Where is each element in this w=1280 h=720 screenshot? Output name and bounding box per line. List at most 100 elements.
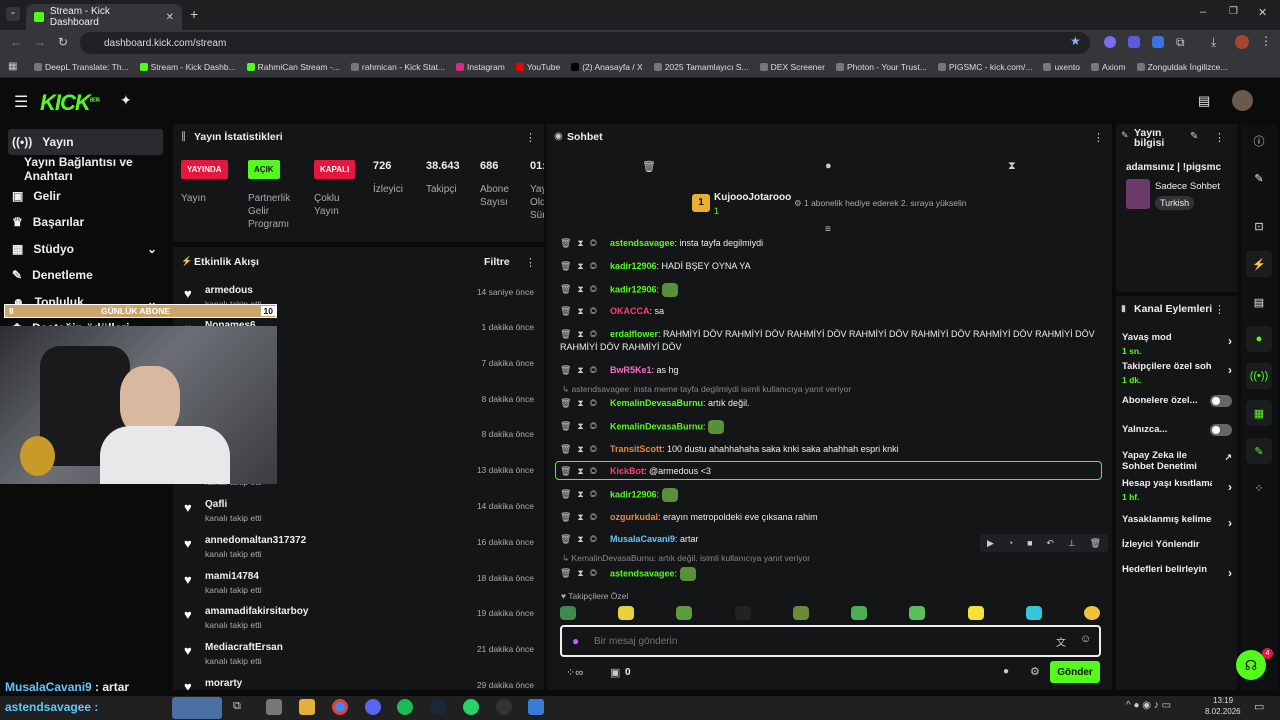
- screenshot-icon[interactable]: ⊡: [1246, 213, 1272, 239]
- channel-action-item[interactable]: Yalnızca...: [1122, 424, 1232, 438]
- filter-button[interactable]: Filtre: [484, 256, 510, 268]
- new-tab-button[interactable]: +: [190, 6, 198, 22]
- bookmark-item[interactable]: PIGSMC - kick.com/...: [937, 62, 1032, 72]
- channel-action-item[interactable]: Takipçilere özel soh 1 dk. ›: [1122, 361, 1232, 385]
- bookmark-item[interactable]: 2025 Tamamlayıcı S...: [653, 62, 749, 72]
- channel-action-item[interactable]: Yavaş mod 1 sn. ›: [1122, 332, 1232, 356]
- info-menu-icon[interactable]: ⋮: [1214, 131, 1225, 144]
- stats-menu-icon[interactable]: ⋮: [525, 131, 536, 144]
- bookmark-item[interactable]: Zonguldak İngilizce...: [1136, 62, 1227, 72]
- sidebar-item-achievements[interactable]: ♛ Başarılar: [8, 209, 163, 235]
- bookmark-item[interactable]: YouTube: [515, 62, 560, 72]
- sidebar-item-stream-key[interactable]: Yayın Bağlantısı ve Anahtarı: [8, 155, 163, 183]
- channel-action-item[interactable]: Yasaklanmış kelimel ›: [1122, 514, 1232, 530]
- user-avatar[interactable]: [1232, 90, 1253, 111]
- hourglass-icon[interactable]: ⧗: [1008, 160, 1016, 173]
- emote-icon[interactable]: [560, 606, 576, 620]
- activity-item[interactable]: ♥ mami14784 kanalı takip etti 18 dakika önc…: [180, 571, 540, 605]
- emote-icon[interactable]: [967, 606, 984, 620]
- wallet-icon[interactable]: ▤: [1198, 93, 1210, 109]
- chat-message[interactable]: 🗑⧗◎ kadir12906:: [560, 283, 1105, 297]
- bookmark-item[interactable]: Photon - Your Trust...: [835, 62, 927, 72]
- mod-tools-icon[interactable]: 🗑⧗◎: [560, 364, 610, 377]
- steam-icon[interactable]: [430, 699, 446, 715]
- emote-icon[interactable]: [909, 606, 926, 620]
- chat-message[interactable]: 🗑⧗◎ KemalinDevasaBurnu: artık değil.: [560, 397, 1105, 410]
- chat-username[interactable]: kadir12906: [610, 284, 657, 294]
- chat-message[interactable]: 🗑⧗◎ astendsavagee: insta tayfa degilmiydi: [560, 237, 1105, 250]
- pencil-icon[interactable]: ✎: [1246, 165, 1272, 191]
- bookmark-item[interactable]: uxento: [1043, 62, 1080, 72]
- mod-tools-icon[interactable]: 🗑⧗◎: [560, 488, 610, 501]
- menu-kebab-icon[interactable]: ⋮: [1260, 34, 1272, 48]
- chat-username[interactable]: BwR5Ke1: [610, 365, 652, 375]
- kick-logo[interactable]: KICKBETA: [40, 90, 100, 116]
- delete-icon[interactable]: ■: [1027, 538, 1032, 548]
- sidebar-item-studio[interactable]: ▦ Stüdyo ⌄: [8, 236, 163, 262]
- broadcast-toggle-icon[interactable]: ((•)): [1246, 363, 1272, 389]
- taskbar-app-icon[interactable]: [266, 699, 282, 715]
- chat-message[interactable]: 🗑⧗◎ kadir12906:: [560, 488, 1105, 502]
- download-icon[interactable]: ⤓: [1211, 35, 1216, 50]
- hamburger-menu-icon[interactable]: ☰: [14, 92, 28, 112]
- whatsapp-icon[interactable]: [463, 699, 479, 715]
- microphone-icon[interactable]: ●: [572, 634, 579, 648]
- chat-message[interactable]: 🗑⧗◎ kadir12906: HADİ BŞEY OYNA YA: [560, 260, 1105, 273]
- bookmark-item[interactable]: Axiom: [1090, 62, 1126, 72]
- maximize-icon[interactable]: ❐: [1229, 6, 1238, 17]
- bookmark-item[interactable]: RahmiCan Stream -...: [246, 62, 340, 72]
- gear-icon[interactable]: ⚙: [1030, 665, 1040, 678]
- chat-username[interactable]: OKACCA: [610, 306, 650, 316]
- moderation-tool-icon[interactable]: ✎: [1246, 438, 1272, 464]
- channel-action-item[interactable]: İzleyici Yönlendir: [1122, 539, 1232, 553]
- mod-tools-icon[interactable]: 🗑⧗◎: [560, 260, 610, 273]
- mod-tools-icon[interactable]: 🗑⧗◎: [560, 237, 610, 250]
- activity-item[interactable]: ♥ Qafli kanalı takip etti 14 dakika önce: [180, 499, 540, 533]
- emote-icon[interactable]: [792, 606, 809, 620]
- bolt-icon[interactable]: ⚡: [1246, 251, 1272, 277]
- toggle-switch[interactable]: [1210, 395, 1232, 407]
- emote-icon[interactable]: [618, 606, 635, 620]
- bookmark-star-icon[interactable]: ★: [1070, 34, 1081, 48]
- chat-message-input[interactable]: [594, 633, 1014, 649]
- url-field[interactable]: dashboard.kick.com/stream: [80, 32, 1090, 54]
- tools-icon[interactable]: ✦: [120, 92, 132, 109]
- mod-tools-icon[interactable]: 🗑⧗◎: [560, 443, 610, 456]
- extension-icon[interactable]: [1104, 36, 1116, 48]
- channel-action-item[interactable]: Hesap yaşı kısıtlama 1 hf. ›: [1122, 478, 1232, 502]
- collapse-icon[interactable]: ≡: [825, 224, 831, 235]
- mod-tools-icon[interactable]: 🗑⧗◎: [560, 533, 610, 546]
- chat-message[interactable]: 🗑⧗◎ BwR5Ke1: as hg: [560, 364, 1105, 377]
- channel-action-item[interactable]: Yapay Zeka ile Sohbet Denetimi ↗: [1122, 450, 1232, 475]
- activity-item[interactable]: ♥ morarty 29 dakika önce: [180, 678, 540, 690]
- pin-icon[interactable]: ⊥: [1068, 538, 1076, 549]
- profile-avatar[interactable]: [1235, 35, 1249, 49]
- toggle-switch[interactable]: [1210, 424, 1232, 436]
- chat-username[interactable]: MusalaCavani9: [610, 534, 675, 544]
- trash-icon[interactable]: 🗑: [642, 160, 656, 173]
- undo-icon[interactable]: ↶: [1046, 538, 1054, 549]
- tab-search-icon[interactable]: ⌄: [6, 7, 20, 21]
- emote-icon[interactable]: [734, 606, 751, 620]
- chat-username[interactable]: astendsavagee: [610, 568, 675, 578]
- emote-icon[interactable]: [676, 606, 693, 620]
- chat-menu-icon[interactable]: ⋮: [1093, 131, 1104, 144]
- trash-icon[interactable]: 🗑: [1090, 538, 1101, 549]
- tray-icons[interactable]: ^ ● ◉ ♪ ▭: [1126, 700, 1171, 711]
- browser-tab[interactable]: Stream - Kick Dashboard ✕: [26, 4, 182, 30]
- bookmark-item[interactable]: (2) Anasayfa / X: [571, 62, 643, 72]
- chat-message[interactable]: 🗑⧗◎ ozgurkudal: erayın metropoldeki eve ç…: [560, 511, 1105, 524]
- bookmark-item[interactable]: rahmican - Kick Stat...: [350, 62, 445, 72]
- reload-icon[interactable]: ↻: [58, 35, 68, 49]
- activity-item[interactable]: ♥ annedomaltan317372 kanalı takip etti 16 d…: [180, 535, 540, 569]
- extension-icon[interactable]: [1128, 36, 1140, 48]
- chat-icon[interactable]: ●: [825, 160, 832, 172]
- actions-menu-icon[interactable]: ⋮: [1214, 303, 1225, 316]
- activity-item[interactable]: ♥ MediacraftErsan kanalı takip etti 21 daki…: [180, 642, 540, 676]
- notification-icon[interactable]: ▭: [1254, 700, 1264, 713]
- chat-username[interactable]: TransitScott: [610, 444, 662, 454]
- chat-username[interactable]: astendsavagee: [610, 238, 675, 248]
- sidebar-item-moderation[interactable]: ✎ Denetleme: [8, 262, 163, 288]
- channel-points-icon[interactable]: ⁘∞: [566, 666, 583, 679]
- sidebar-item-revenue[interactable]: ▣ Gelir: [8, 183, 163, 209]
